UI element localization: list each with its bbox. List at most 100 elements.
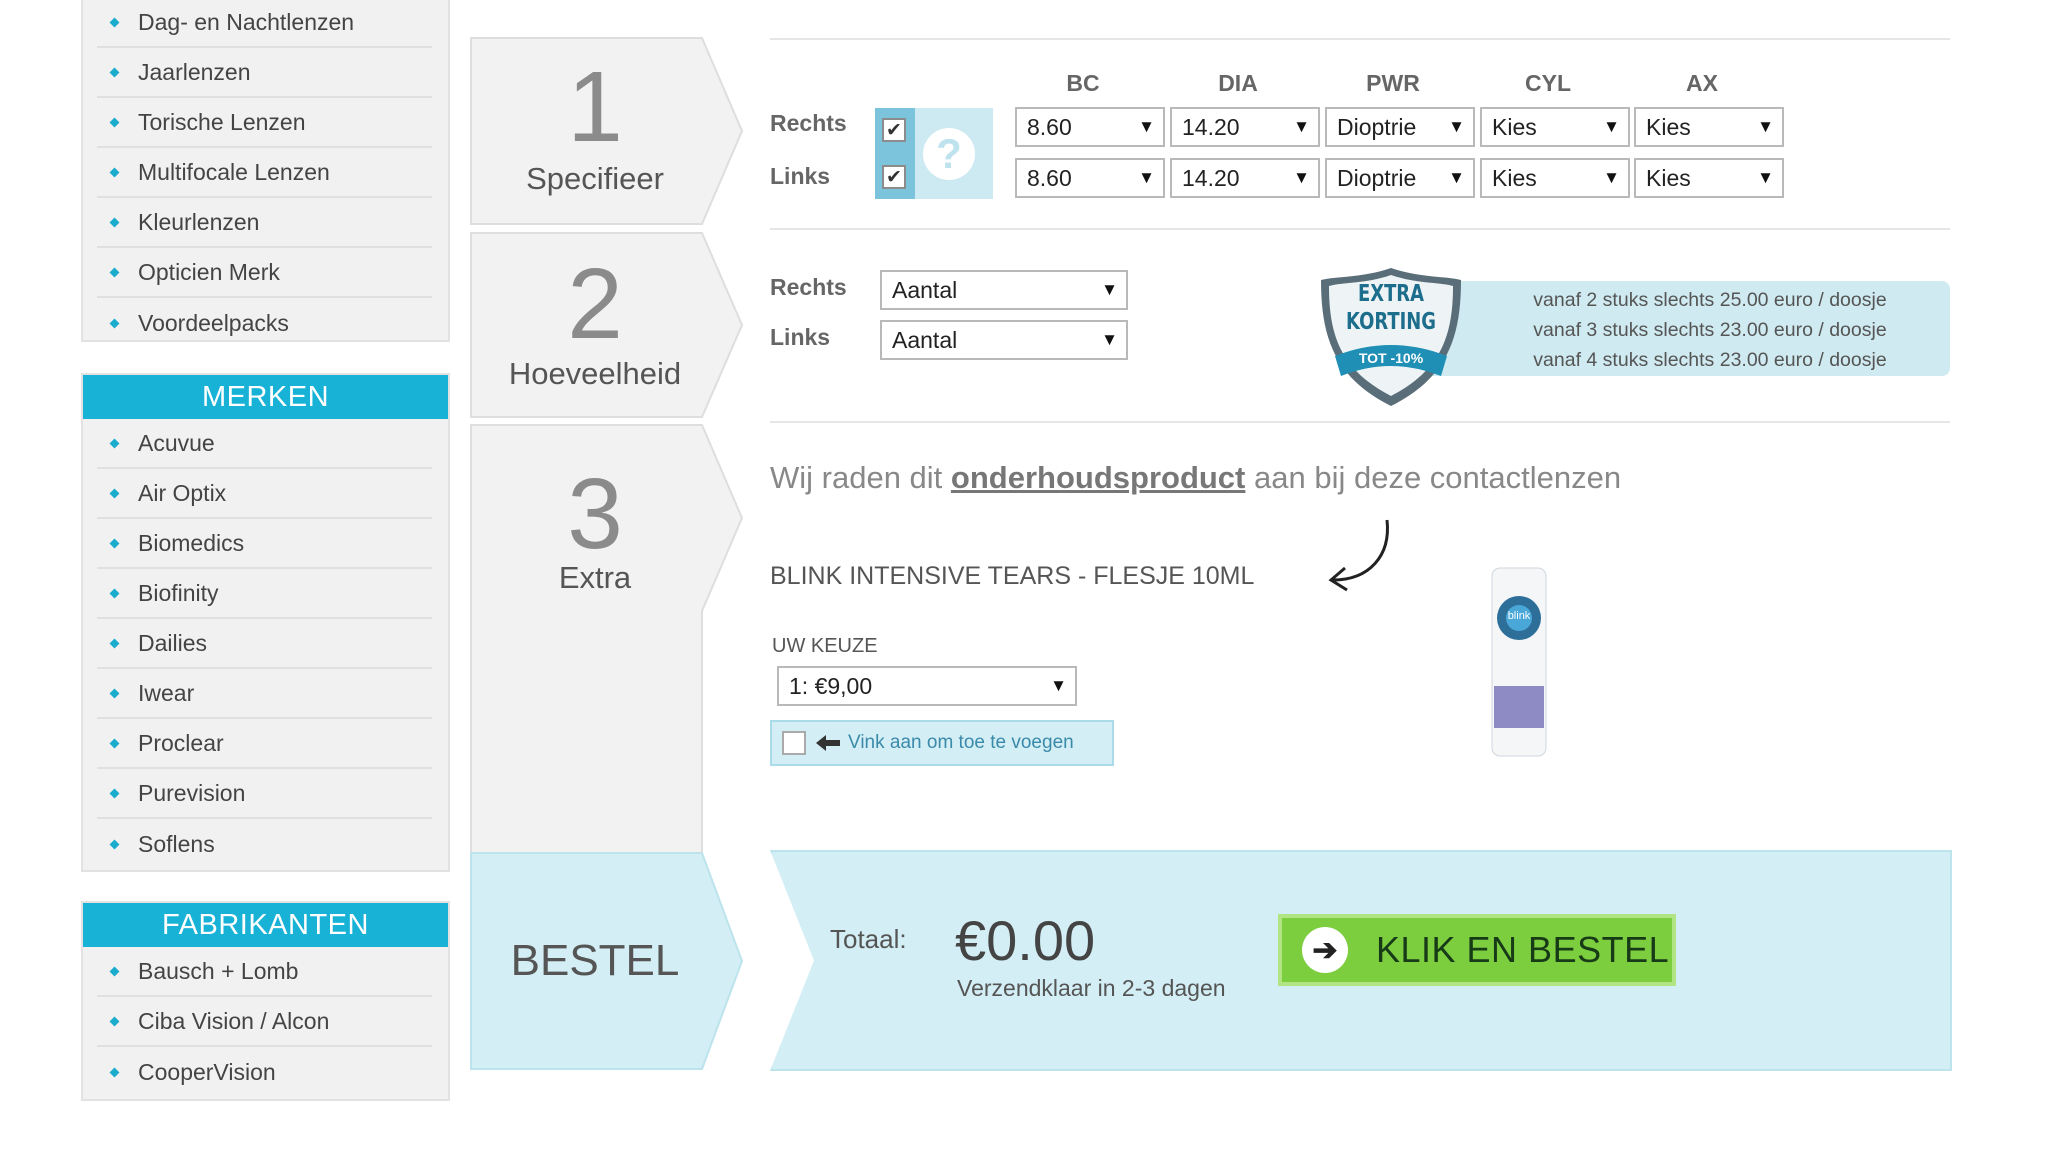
rechts-cyl-select[interactable]: Kies ▼: [1480, 107, 1630, 147]
sidebar-item-label: Iwear: [138, 679, 195, 706]
check-icon: ✔: [886, 166, 902, 188]
sidebar-item[interactable]: Air Optix: [97, 469, 432, 519]
sidebar-item[interactable]: Soflens: [97, 819, 432, 869]
sidebar-item[interactable]: Biofinity: [97, 569, 432, 619]
bullet-icon: [109, 17, 120, 27]
sidebar-item-label: Bausch + Lomb: [138, 957, 299, 984]
sidebar-item-label: Dailies: [138, 629, 208, 656]
dropdown-arrow-icon: ▼: [1293, 168, 1310, 187]
rechts-ax-select[interactable]: Kies ▼: [1634, 107, 1784, 147]
order-button[interactable]: ➔ KLIK EN BESTEL: [1278, 914, 1676, 986]
step-label: Extra: [558, 560, 632, 595]
total-label: Totaal:: [830, 924, 907, 954]
dropdown-arrow-icon: ▼: [1138, 168, 1155, 187]
choice-label: UW KEUZE: [772, 635, 878, 657]
onderhoudsproduct-link[interactable]: onderhoudsproduct: [951, 460, 1245, 495]
qty-rechts-label: Rechts: [770, 274, 847, 300]
sidebar-item-label: Multifocale Lenzen: [138, 158, 330, 185]
badge-line-extra: EXTRA: [1357, 281, 1425, 307]
sidebar-item[interactable]: Biomedics: [97, 519, 432, 569]
fabrikanten-list: Bausch + Lomb Ciba Vision / Alcon CooperVi…: [83, 947, 448, 1097]
links-cyl-select[interactable]: Kies ▼: [1480, 158, 1630, 198]
fabrikanten-heading: FABRIKANTEN: [83, 903, 448, 947]
sidebar-item[interactable]: CooperVision: [97, 1047, 432, 1097]
column-header-cyl: CYL: [1525, 70, 1571, 96]
sidebar-item[interactable]: Voordeelpacks: [97, 298, 432, 348]
dropdown-arrow-icon: ▼: [1757, 168, 1774, 187]
column-header-dia: DIA: [1218, 70, 1258, 96]
rechts-bc-select[interactable]: 8.60 ▼: [1015, 107, 1165, 147]
sidebar-item[interactable]: Dag- en Nachtlenzen: [97, 0, 432, 48]
bullet-icon: [109, 688, 120, 698]
divider: [770, 38, 1950, 40]
links-bc-select[interactable]: 8.60 ▼: [1015, 158, 1165, 198]
add-to-order-toggle[interactable]: Vink aan om toe te voegen: [770, 720, 1114, 766]
dropdown-arrow-icon: ▼: [1293, 117, 1310, 136]
qty-rechts-select[interactable]: Aantal ▼: [880, 270, 1128, 310]
bullet-icon: [109, 318, 120, 328]
rechts-dia-select[interactable]: 14.20 ▼: [1170, 107, 1320, 147]
add-checkbox[interactable]: [782, 731, 806, 755]
sidebar-item[interactable]: Acuvue: [97, 419, 432, 469]
badge-line-korting: KORTING: [1345, 309, 1437, 335]
dropdown-arrow-icon: ▼: [1448, 117, 1465, 136]
sidebar-item[interactable]: Iwear: [97, 669, 432, 719]
sidebar-item[interactable]: Kleurlenzen: [97, 198, 432, 248]
product-bottle-image: blink: [1488, 566, 1550, 758]
discount-line: vanaf 2 stuks slechts 25.00 euro / doosj…: [1533, 289, 1887, 311]
choice-select[interactable]: 1: €9,00 ▼: [777, 666, 1077, 706]
sidebar-item[interactable]: Dailies: [97, 619, 432, 669]
dropdown-arrow-icon: ▼: [1448, 168, 1465, 187]
bullet-icon: [109, 267, 120, 277]
help-icon[interactable]: ?: [923, 128, 975, 180]
sidebar-item[interactable]: Jaarlenzen: [97, 48, 432, 98]
qty-links-select[interactable]: Aantal ▼: [880, 320, 1128, 360]
step-label: BESTEL: [510, 936, 680, 985]
shipping-text: Verzendklaar in 2-3 dagen: [957, 975, 1226, 1001]
links-dia-select[interactable]: 14.20 ▼: [1170, 158, 1320, 198]
sidebar-item[interactable]: Bausch + Lomb: [97, 947, 432, 997]
step-3: 3 Extra: [470, 424, 760, 854]
recommend-text: Wij raden dit onderhoudsproduct aan bij …: [770, 460, 1622, 495]
dropdown-arrow-icon: ▼: [1101, 330, 1118, 349]
total-value: €0.00: [955, 909, 1096, 972]
links-ax-select[interactable]: Kies ▼: [1634, 158, 1784, 198]
sidebar-item[interactable]: Torische Lenzen: [97, 98, 432, 148]
bullet-icon: [109, 67, 120, 77]
sidebar-item[interactable]: Opticien Merk: [97, 248, 432, 298]
sidebar-item-label: Torische Lenzen: [138, 108, 306, 135]
bottle-brand: blink: [1507, 610, 1531, 622]
sidebar-item-label: Biofinity: [138, 579, 219, 606]
links-checkbox[interactable]: ✔: [882, 165, 906, 189]
bullet-icon: [109, 788, 120, 798]
sidebar-item-label: Opticien Merk: [138, 258, 280, 285]
product-name: BLINK INTENSIVE TEARS - FLESJE 10ML: [770, 562, 1255, 590]
discount-line: vanaf 4 stuks slechts 23.00 euro / doosj…: [1533, 349, 1887, 371]
bullet-icon: [109, 217, 120, 227]
sidebar-item-label: Ciba Vision / Alcon: [138, 1007, 330, 1034]
sidebar-item-label: Acuvue: [138, 429, 215, 456]
links-pwr-select[interactable]: Dioptrie ▼: [1325, 158, 1475, 198]
column-header-bc: BC: [1066, 70, 1100, 96]
rechts-label: Rechts: [770, 110, 847, 136]
divider: [770, 228, 1950, 230]
order-button-label: KLIK EN BESTEL: [1376, 929, 1670, 970]
sidebar-item[interactable]: Proclear: [97, 719, 432, 769]
sidebar-item[interactable]: Ciba Vision / Alcon: [97, 997, 432, 1047]
bullet-icon: [109, 839, 120, 849]
rechts-pwr-select[interactable]: Dioptrie ▼: [1325, 107, 1475, 147]
page: Dag- en Nachtlenzen Jaarlenzen Torische Le…: [0, 0, 2048, 1152]
rechts-checkbox[interactable]: ✔: [882, 118, 906, 142]
step-label: Specifieer: [526, 161, 664, 196]
sidebar-item[interactable]: Purevision: [97, 769, 432, 819]
dropdown-arrow-icon: ▼: [1603, 168, 1620, 187]
step-1: 1 Specifieer: [470, 37, 760, 225]
bullet-icon: [109, 117, 120, 127]
qty-links-label: Links: [770, 324, 831, 350]
column-header-pwr: PWR: [1366, 70, 1420, 96]
sidebar-item[interactable]: Multifocale Lenzen: [97, 148, 432, 198]
step-2: 2 Hoeveelheid: [470, 232, 760, 418]
fabrikanten-panel: FABRIKANTEN Bausch + Lomb Ciba Vision / A…: [81, 901, 450, 1101]
add-label: Vink aan om toe te voegen: [848, 732, 1074, 753]
step-number: 2: [567, 248, 623, 360]
